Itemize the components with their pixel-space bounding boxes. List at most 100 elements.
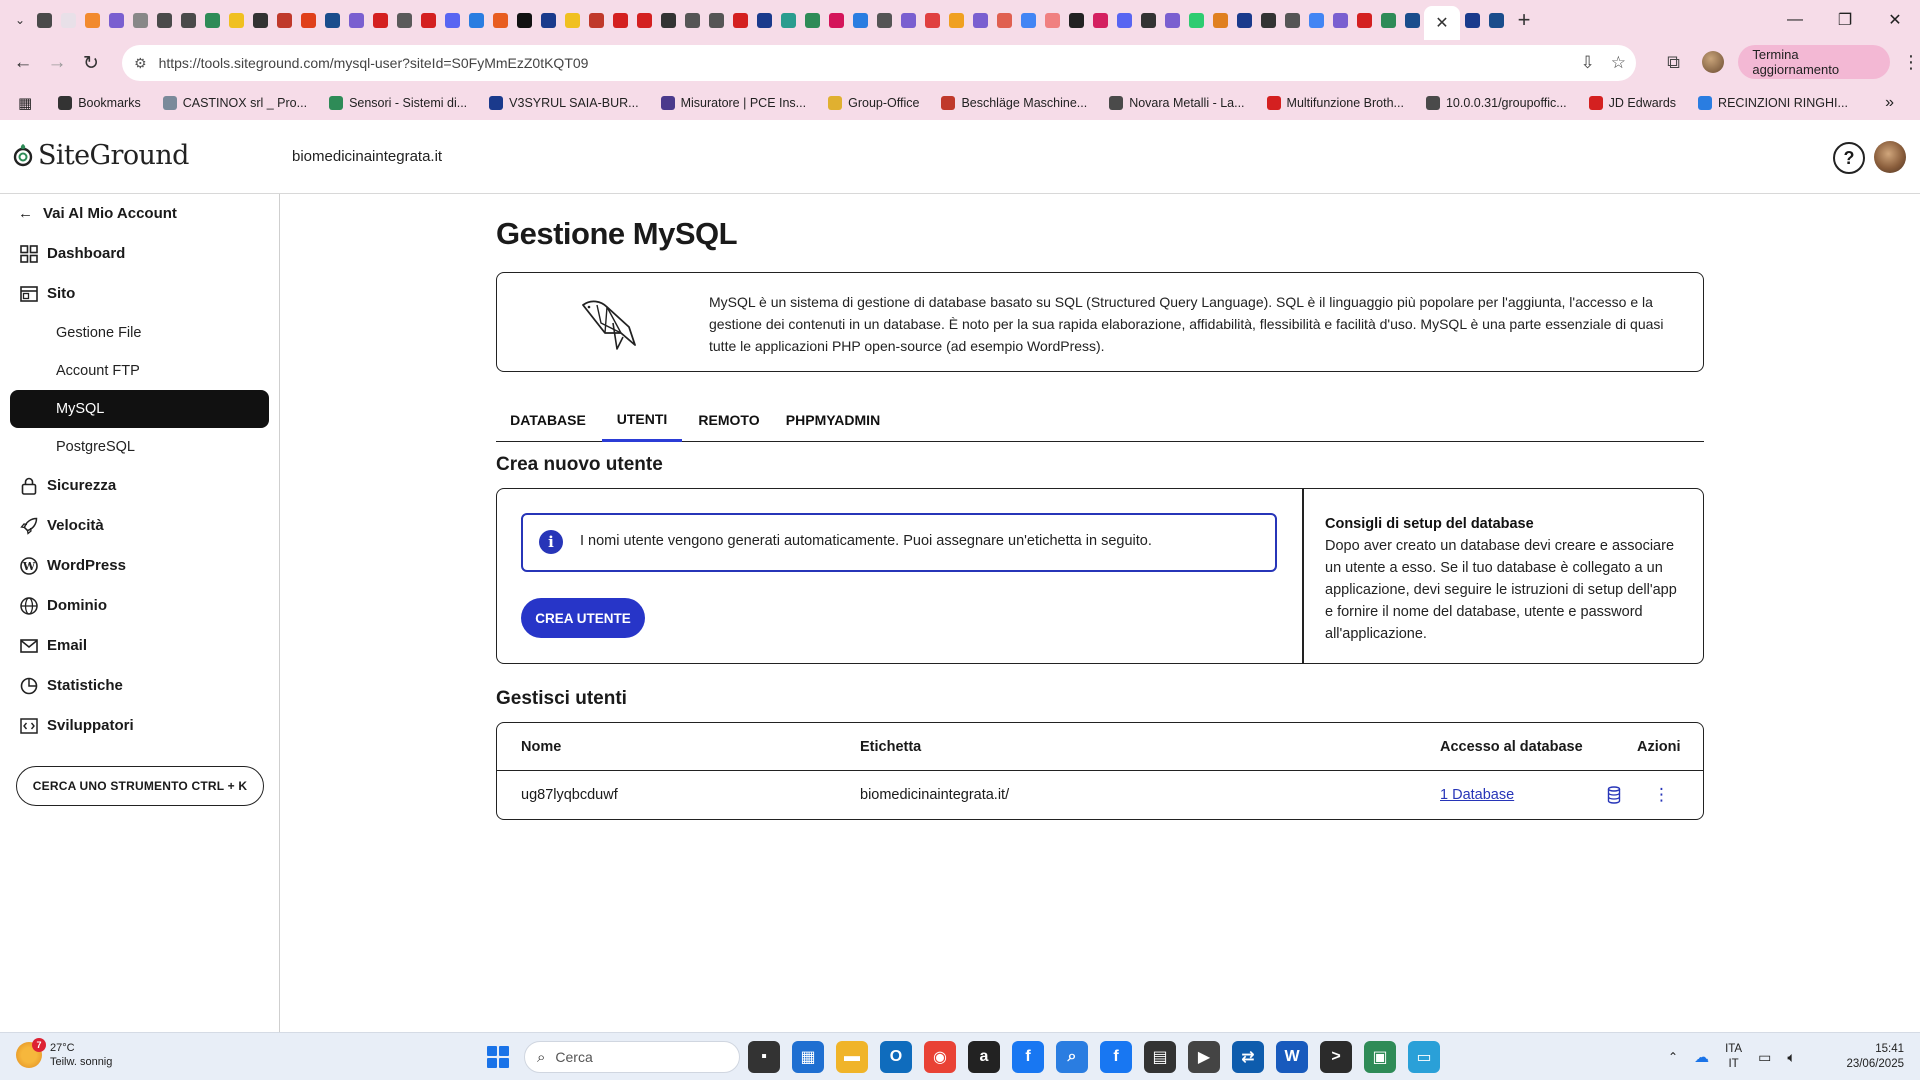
browser-tab[interactable] [800, 8, 824, 32]
bookmark-item[interactable]: Beschläge Maschine... [941, 96, 1087, 110]
browser-tab[interactable] [248, 8, 272, 32]
new-tab-button[interactable]: + [1508, 7, 1540, 33]
browser-tab[interactable] [968, 8, 992, 32]
user-avatar[interactable] [1874, 141, 1906, 173]
browser-tab[interactable] [680, 8, 704, 32]
update-button[interactable]: Termina aggiornamento [1738, 45, 1891, 79]
site-info-icon[interactable]: ⚙ [134, 55, 147, 72]
sidebar-item-developers[interactable]: Sviluppatori [19, 716, 134, 735]
bookmark-item[interactable]: V3SYRUL SAIA-BUR... [489, 96, 639, 110]
browser-tab[interactable] [1328, 8, 1352, 32]
sidebar-item-site[interactable]: Sito [19, 284, 75, 303]
taskbar-app-search-app-icon[interactable]: ⌕ [1056, 1041, 1088, 1073]
taskbar-app-network-app-icon[interactable]: ▣ [1364, 1041, 1396, 1073]
browser-tab[interactable] [1184, 8, 1208, 32]
browser-tab[interactable] [752, 8, 776, 32]
sidebar-item-domain[interactable]: Dominio [19, 596, 107, 615]
browser-tab[interactable] [392, 8, 416, 32]
browser-tab[interactable] [272, 8, 296, 32]
sidebar-item-email[interactable]: Email [19, 636, 87, 655]
browser-tab[interactable] [344, 8, 368, 32]
tab-database[interactable]: DATABASE [496, 398, 600, 442]
taskbar-app-facebook-icon[interactable]: f [1012, 1041, 1044, 1073]
close-window-icon[interactable]: ✕ [1870, 0, 1920, 40]
taskbar-app-chrome-icon[interactable]: ◉ [924, 1041, 956, 1073]
browser-tab[interactable] [944, 8, 968, 32]
browser-tab[interactable] [1280, 8, 1304, 32]
browser-tab[interactable] [176, 8, 200, 32]
sidebar-item-statistics[interactable]: Statistiche [19, 676, 123, 695]
bookmarks-overflow-icon[interactable]: » [1885, 94, 1894, 112]
browser-tab[interactable] [1256, 8, 1280, 32]
browser-tab[interactable] [992, 8, 1016, 32]
sidebar-subitem-mysql[interactable]: MySQL [10, 390, 269, 428]
install-app-icon[interactable]: ⇩ [1581, 53, 1595, 73]
taskbar-app-amazon-icon[interactable]: a [968, 1041, 1000, 1073]
tab-remoto[interactable]: REMOTO [686, 398, 772, 442]
browser-tab[interactable] [536, 8, 560, 32]
browser-tab[interactable] [1376, 8, 1400, 32]
browser-tab[interactable] [1232, 8, 1256, 32]
browser-tab[interactable] [920, 8, 944, 32]
browser-tab[interactable] [512, 8, 536, 32]
profile-icon[interactable] [1699, 47, 1726, 77]
browser-tab[interactable] [440, 8, 464, 32]
browser-tab[interactable] [560, 8, 584, 32]
reload-icon[interactable]: ↻ [76, 48, 106, 78]
taskbar-app-folder-icon[interactable]: ▬ [836, 1041, 868, 1073]
network-icon[interactable]: ▭ [1758, 1049, 1771, 1066]
database-access-link[interactable]: 1 Database [1440, 771, 1514, 819]
browser-tab[interactable] [1112, 8, 1136, 32]
close-tab-icon[interactable]: ✕ [1435, 13, 1448, 33]
apps-grid-icon[interactable]: ▦ [18, 94, 32, 112]
browser-tab[interactable] [896, 8, 920, 32]
bookmark-item[interactable]: RECINZIONI RINGHI... [1698, 96, 1848, 110]
back-to-account-link[interactable]: ← Vai Al Mio Account [18, 205, 177, 222]
tab-phpmyadmin[interactable]: PHPMYADMIN [776, 398, 890, 442]
back-arrow-icon[interactable]: ← [8, 48, 38, 78]
browser-tab[interactable] [56, 8, 80, 32]
bookmark-item[interactable]: 10.0.0.31/groupoffic... [1425, 96, 1567, 110]
sidebar-item-dashboard[interactable]: Dashboard [19, 244, 125, 263]
browser-tab[interactable] [1136, 8, 1160, 32]
windows-start-icon[interactable] [487, 1046, 509, 1068]
taskbar-app-word-icon[interactable]: W [1276, 1041, 1308, 1073]
browser-tab[interactable] [872, 8, 896, 32]
browser-tab[interactable] [104, 8, 128, 32]
browser-tab[interactable] [632, 8, 656, 32]
help-icon[interactable]: ? [1833, 142, 1865, 174]
browser-tab[interactable] [200, 8, 224, 32]
bookmark-item[interactable]: Novara Metalli - La... [1109, 96, 1245, 110]
tab-siteground-2[interactable] [1460, 8, 1484, 32]
forward-arrow-icon[interactable]: → [42, 48, 72, 78]
bookmark-item[interactable]: Sensori - Sistemi di... [329, 96, 467, 110]
bookmark-item[interactable]: Multifunzione Broth... [1266, 96, 1404, 110]
url-field[interactable]: ⚙ https://tools.siteground.com/mysql-use… [122, 45, 1636, 81]
browser-tab[interactable] [32, 8, 56, 32]
taskbar-app-facebook-2-icon[interactable]: f [1100, 1041, 1132, 1073]
browser-tab[interactable] [1304, 8, 1328, 32]
browser-tab[interactable] [1352, 8, 1376, 32]
browser-tab[interactable] [296, 8, 320, 32]
browser-tab[interactable] [80, 8, 104, 32]
browser-tab[interactable] [1016, 8, 1040, 32]
browser-tab[interactable] [848, 8, 872, 32]
browser-tab[interactable] [152, 8, 176, 32]
browser-tab[interactable] [608, 8, 632, 32]
tab-siteground-3[interactable] [1484, 8, 1508, 32]
manage-database-icon[interactable] [1607, 771, 1621, 819]
site-selector[interactable]: biomedicinaintegrata.it [292, 148, 442, 165]
browser-tab[interactable] [656, 8, 680, 32]
sidebar-subitem-ftp[interactable]: Account FTP [56, 363, 140, 379]
browser-tab[interactable] [1088, 8, 1112, 32]
weather-widget[interactable]: 7 27°C Teilw. sonnig [16, 1038, 112, 1069]
chevron-up-icon[interactable]: ⌃ [1668, 1050, 1678, 1064]
browser-tab[interactable] [320, 8, 344, 32]
taskbar-app-teamviewer-icon[interactable]: ⇄ [1232, 1041, 1264, 1073]
browser-tab[interactable] [128, 8, 152, 32]
active-tab[interactable]: ✕ [1424, 6, 1460, 40]
browser-tab[interactable] [824, 8, 848, 32]
sidebar-subitem-file-manager[interactable]: Gestione File [56, 325, 141, 341]
browser-tab[interactable] [464, 8, 488, 32]
taskbar-app-remote-app-icon[interactable]: ▭ [1408, 1041, 1440, 1073]
